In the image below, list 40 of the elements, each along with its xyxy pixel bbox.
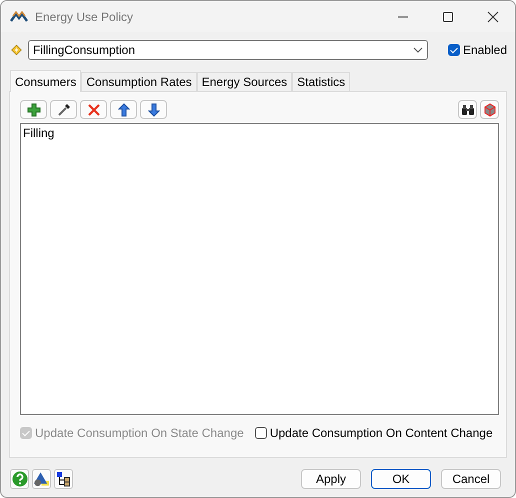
tab[interactable]: Consumers xyxy=(10,70,82,92)
eyedropper-button[interactable] xyxy=(50,100,77,119)
window-title: Energy Use Policy xyxy=(35,10,134,24)
cube-button[interactable] xyxy=(480,100,499,119)
help-icon xyxy=(12,471,28,487)
tab[interactable]: Energy Sources xyxy=(196,72,292,91)
close-icon[interactable] xyxy=(487,10,499,22)
dialog-button[interactable]: Cancel xyxy=(441,469,501,489)
binoculars-icon xyxy=(460,104,474,116)
tree-button[interactable] xyxy=(54,469,73,489)
app-logo-icon xyxy=(10,10,28,22)
add-button[interactable] xyxy=(20,100,47,119)
move-up-button[interactable] xyxy=(110,100,137,119)
find-button[interactable] xyxy=(458,100,477,119)
tab[interactable]: Statistics xyxy=(292,72,350,91)
delete-button[interactable] xyxy=(80,100,107,119)
enabled-checkbox[interactable] xyxy=(448,44,460,56)
up-arrow-icon xyxy=(118,102,130,116)
dialog-button[interactable]: Apply xyxy=(301,469,361,489)
eyedropper-icon xyxy=(56,102,70,116)
delete-icon xyxy=(86,102,100,116)
checkbox-label: Update Consumption On State Change xyxy=(35,426,244,440)
maximize-icon[interactable] xyxy=(442,10,454,22)
plus-icon xyxy=(26,102,40,116)
checkbox-label: Enabled xyxy=(462,43,507,57)
down-arrow-icon xyxy=(148,102,160,116)
dialog-button[interactable]: OK xyxy=(371,469,431,489)
list-item[interactable]: Filling xyxy=(23,126,496,140)
cube-icon xyxy=(482,102,496,116)
checkbox[interactable] xyxy=(254,427,267,439)
consumer-list[interactable]: Filling xyxy=(20,123,499,415)
shapes-icon xyxy=(33,471,50,487)
shapes-button[interactable] xyxy=(32,469,51,489)
help-button[interactable] xyxy=(10,469,29,489)
move-down-button[interactable] xyxy=(140,100,167,119)
tab[interactable]: Consumption Rates xyxy=(81,72,197,91)
checkbox-label: Update Consumption On Content Change xyxy=(270,426,493,440)
tree-icon xyxy=(56,471,72,487)
chevron-icon xyxy=(412,47,423,53)
policy-dropdown[interactable]: FillingConsumption xyxy=(28,40,428,60)
